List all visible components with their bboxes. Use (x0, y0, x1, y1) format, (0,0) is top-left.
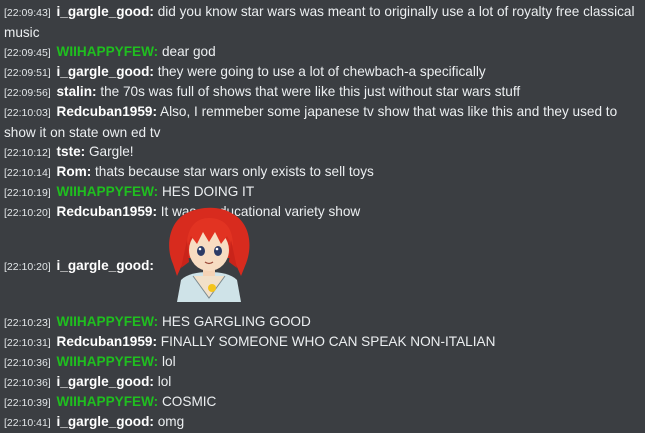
username[interactable]: Redcuban1959: (57, 104, 157, 119)
timestamp: [22:10:36] (4, 377, 51, 389)
username[interactable]: i_gargle_good: (57, 374, 154, 389)
username[interactable]: Redcuban1959: (57, 334, 157, 349)
message-text: omg (157, 414, 185, 429)
message-text: lol (157, 374, 172, 389)
message-text: FINALLY SOMEONE WHO CAN SPEAK NON-ITALIA… (160, 334, 496, 349)
timestamp: [22:09:51] (4, 67, 51, 79)
username[interactable]: i_gargle_good: (57, 414, 154, 429)
chat-message: [22:09:45] WIIHAPPYFEW: dear god (4, 42, 640, 63)
chat-message: [22:10:20] Redcuban1959: It was a educat… (4, 202, 640, 223)
chat-message: [22:10:31] Redcuban1959: FINALLY SOMEONE… (4, 332, 640, 353)
message-text: they were going to use a lot of chewbach… (157, 64, 486, 79)
chat-message: [22:10:14] Rom: thats because star wars … (4, 162, 640, 183)
timestamp: [22:10:36] (4, 357, 51, 369)
timestamp: [22:09:56] (4, 87, 51, 99)
timestamp: [22:10:20] (4, 207, 51, 219)
timestamp: [22:10:19] (4, 187, 51, 199)
username[interactable]: i_gargle_good: (57, 64, 154, 79)
message-text: HES DOING IT (161, 184, 255, 199)
chat-message: [22:10:19] WIIHAPPYFEW: HES DOING IT (4, 182, 640, 203)
timestamp: [22:10:39] (4, 397, 51, 409)
chat-message-image: [22:10:20] i_gargle_good: (4, 207, 640, 302)
username[interactable]: i_gargle_good: (57, 258, 154, 273)
message-text: the 70s was full of shows that were like… (100, 84, 521, 99)
timestamp: [22:10:20] (4, 261, 51, 273)
timestamp: [22:10:14] (4, 167, 51, 179)
timestamp: [22:09:43] (4, 7, 51, 19)
username[interactable]: WIIHAPPYFEW: (57, 314, 159, 329)
message-text: thats because star wars only exists to s… (95, 164, 374, 179)
username[interactable]: Redcuban1959: (57, 204, 157, 219)
timestamp: [22:10:03] (4, 107, 51, 119)
username[interactable]: WIIHAPPYFEW: (57, 44, 159, 59)
timestamp: [22:09:45] (4, 47, 51, 59)
timestamp: [22:10:31] (4, 337, 51, 349)
chat-message: [22:09:43] i_gargle_good: did you know s… (4, 2, 640, 43)
chat-message: [22:09:51] i_gargle_good: they were goin… (4, 62, 640, 83)
timestamp: [22:10:12] (4, 147, 51, 159)
message-text: lol (161, 354, 176, 369)
username[interactable]: i_gargle_good: (57, 4, 154, 19)
message-header: [22:10:20] i_gargle_good: (4, 256, 154, 277)
chat-message: [22:10:41] i_gargle_good: omg (4, 412, 640, 433)
message-text: dear god (161, 44, 216, 59)
chat-message: [22:10:12] tste: Gargle! (4, 142, 640, 163)
chat-log: [22:09:43] i_gargle_good: did you know s… (0, 0, 645, 433)
username[interactable]: tste: (57, 144, 86, 159)
chat-message: [22:10:23] WIIHAPPYFEW: HES GARGLING GOO… (4, 312, 640, 333)
username[interactable]: WIIHAPPYFEW: (57, 184, 159, 199)
username[interactable]: stalin: (57, 84, 97, 99)
timestamp: [22:10:23] (4, 317, 51, 329)
chat-message: [22:10:03] Redcuban1959: Also, I remmebe… (4, 102, 640, 143)
message-text: Gargle! (88, 144, 134, 159)
message-text: HES GARGLING GOOD (161, 314, 311, 329)
username[interactable]: Rom: (57, 164, 92, 179)
chat-message: [22:10:39] WIIHAPPYFEW: COSMIC (4, 392, 640, 413)
username[interactable]: WIIHAPPYFEW: (57, 394, 159, 409)
chat-message: [22:10:36] i_gargle_good: lol (4, 372, 640, 393)
timestamp: [22:10:41] (4, 417, 51, 429)
anime-girl-sticker[interactable] (163, 206, 255, 302)
username[interactable]: WIIHAPPYFEW: (57, 354, 159, 369)
chat-message: [22:09:56] stalin: the 70s was full of s… (4, 82, 640, 103)
chat-message: [22:10:36] WIIHAPPYFEW: lol (4, 352, 640, 373)
message-text: COSMIC (161, 394, 217, 409)
